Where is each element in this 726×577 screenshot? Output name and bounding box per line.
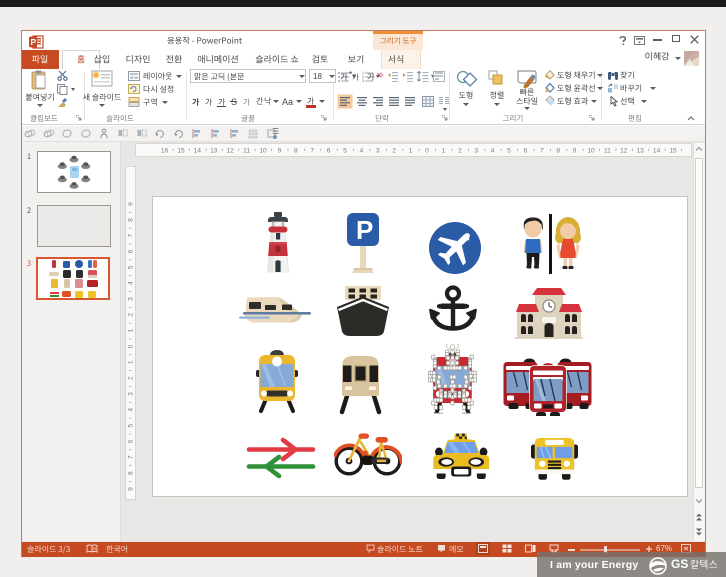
svg-text:P: P — [356, 215, 373, 245]
svg-text:1: 1 — [409, 148, 413, 155]
svg-text:2: 2 — [392, 148, 396, 155]
svg-text:3: 3 — [128, 392, 135, 396]
svg-text:11: 11 — [243, 148, 250, 155]
svg-text:7: 7 — [128, 234, 135, 238]
svg-text:10: 10 — [587, 148, 595, 155]
svg-text:2: 2 — [128, 313, 135, 317]
svg-text:7: 7 — [128, 455, 135, 459]
svg-text:6: 6 — [128, 249, 135, 253]
svg-text:0: 0 — [425, 148, 429, 155]
svg-text:3: 3 — [128, 297, 135, 301]
svg-text:15: 15 — [177, 148, 185, 155]
svg-text:13: 13 — [637, 148, 645, 155]
svg-text:0: 0 — [128, 344, 135, 348]
svg-text:5: 5 — [507, 148, 511, 155]
svg-text:14: 14 — [653, 148, 661, 155]
svg-text:9: 9 — [573, 148, 577, 155]
svg-text:1: 1 — [128, 329, 135, 333]
svg-text:5: 5 — [128, 265, 135, 269]
svg-text:6: 6 — [128, 439, 135, 443]
svg-text:3: 3 — [362, 79, 364, 82]
svg-text:5: 5 — [343, 148, 347, 155]
svg-text:8: 8 — [556, 148, 560, 155]
svg-text:16: 16 — [161, 148, 169, 155]
svg-text:7: 7 — [310, 148, 314, 155]
svg-text:R: R — [93, 547, 97, 552]
svg-text:9: 9 — [128, 202, 135, 206]
svg-text:1: 1 — [442, 148, 446, 155]
svg-text:3: 3 — [474, 148, 478, 155]
svg-text:10: 10 — [259, 148, 267, 155]
svg-text:3: 3 — [376, 148, 380, 155]
svg-text:5: 5 — [128, 423, 135, 427]
svg-text:4: 4 — [491, 148, 495, 155]
svg-text:11: 11 — [604, 148, 611, 155]
svg-text:13: 13 — [210, 148, 218, 155]
svg-text:8: 8 — [128, 471, 135, 475]
svg-text:8: 8 — [294, 148, 298, 155]
svg-text:9: 9 — [278, 148, 282, 155]
svg-text:8: 8 — [128, 218, 135, 222]
svg-text:4: 4 — [360, 148, 364, 155]
svg-text:2: 2 — [458, 148, 462, 155]
svg-text:9: 9 — [128, 487, 135, 491]
svg-text:4: 4 — [128, 408, 135, 412]
svg-text:15: 15 — [669, 148, 677, 155]
svg-text:7: 7 — [540, 148, 544, 155]
svg-text:6: 6 — [327, 148, 331, 155]
svg-text:12: 12 — [227, 148, 235, 155]
svg-text:1: 1 — [128, 360, 135, 364]
svg-text:12: 12 — [620, 148, 628, 155]
svg-text:4: 4 — [128, 281, 135, 285]
svg-text:2: 2 — [128, 376, 135, 380]
svg-text:P: P — [31, 38, 37, 47]
svg-text:14: 14 — [194, 148, 202, 155]
svg-text:6: 6 — [524, 148, 528, 155]
